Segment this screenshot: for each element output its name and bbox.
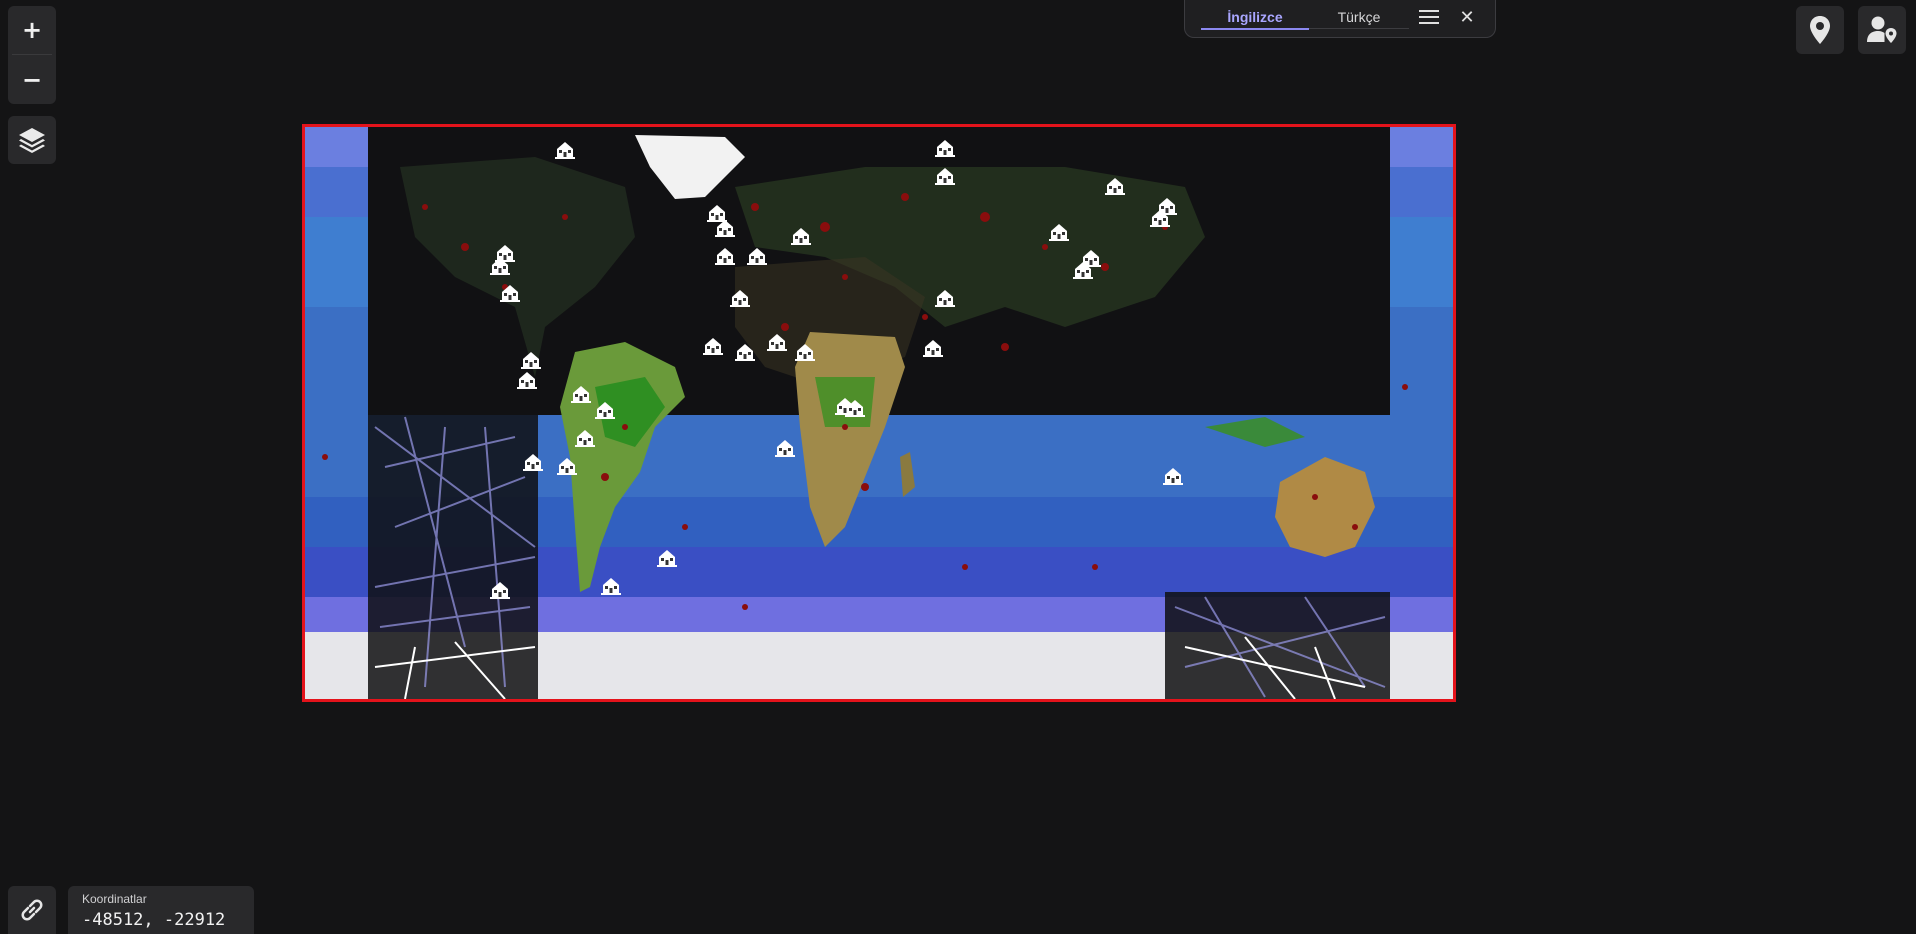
zoom-out-button[interactable]: − [8, 56, 56, 104]
user-pin-icon [1867, 16, 1897, 43]
close-icon[interactable]: ✕ [1453, 4, 1481, 30]
layers-button[interactable] [8, 116, 56, 164]
coordinates-value: -48512, -22912 [82, 910, 226, 930]
tab-english-underline [1201, 28, 1309, 30]
menu-icon[interactable] [1415, 4, 1443, 30]
layers-icon [19, 128, 45, 153]
link-button[interactable] [8, 886, 56, 934]
coordinates-panel: Koordinatlar -48512, -22912 [68, 886, 254, 934]
players-button[interactable] [1858, 6, 1906, 54]
map-canvas[interactable] [305, 127, 1453, 699]
world-map[interactable] [302, 124, 1456, 702]
language-panel: İngilizce Türkçe ✕ [1184, 0, 1496, 38]
zoom-divider [12, 54, 52, 55]
map-pin-icon [1810, 16, 1830, 44]
zoom-controls: + − [8, 6, 56, 104]
coordinates-label: Koordinatlar [82, 892, 147, 906]
tab-english[interactable]: İngilizce [1201, 4, 1309, 30]
location-button[interactable] [1796, 6, 1844, 54]
tab-turkish[interactable]: Türkçe [1309, 4, 1409, 30]
link-icon [21, 899, 43, 921]
zoom-in-button[interactable]: + [8, 6, 56, 54]
